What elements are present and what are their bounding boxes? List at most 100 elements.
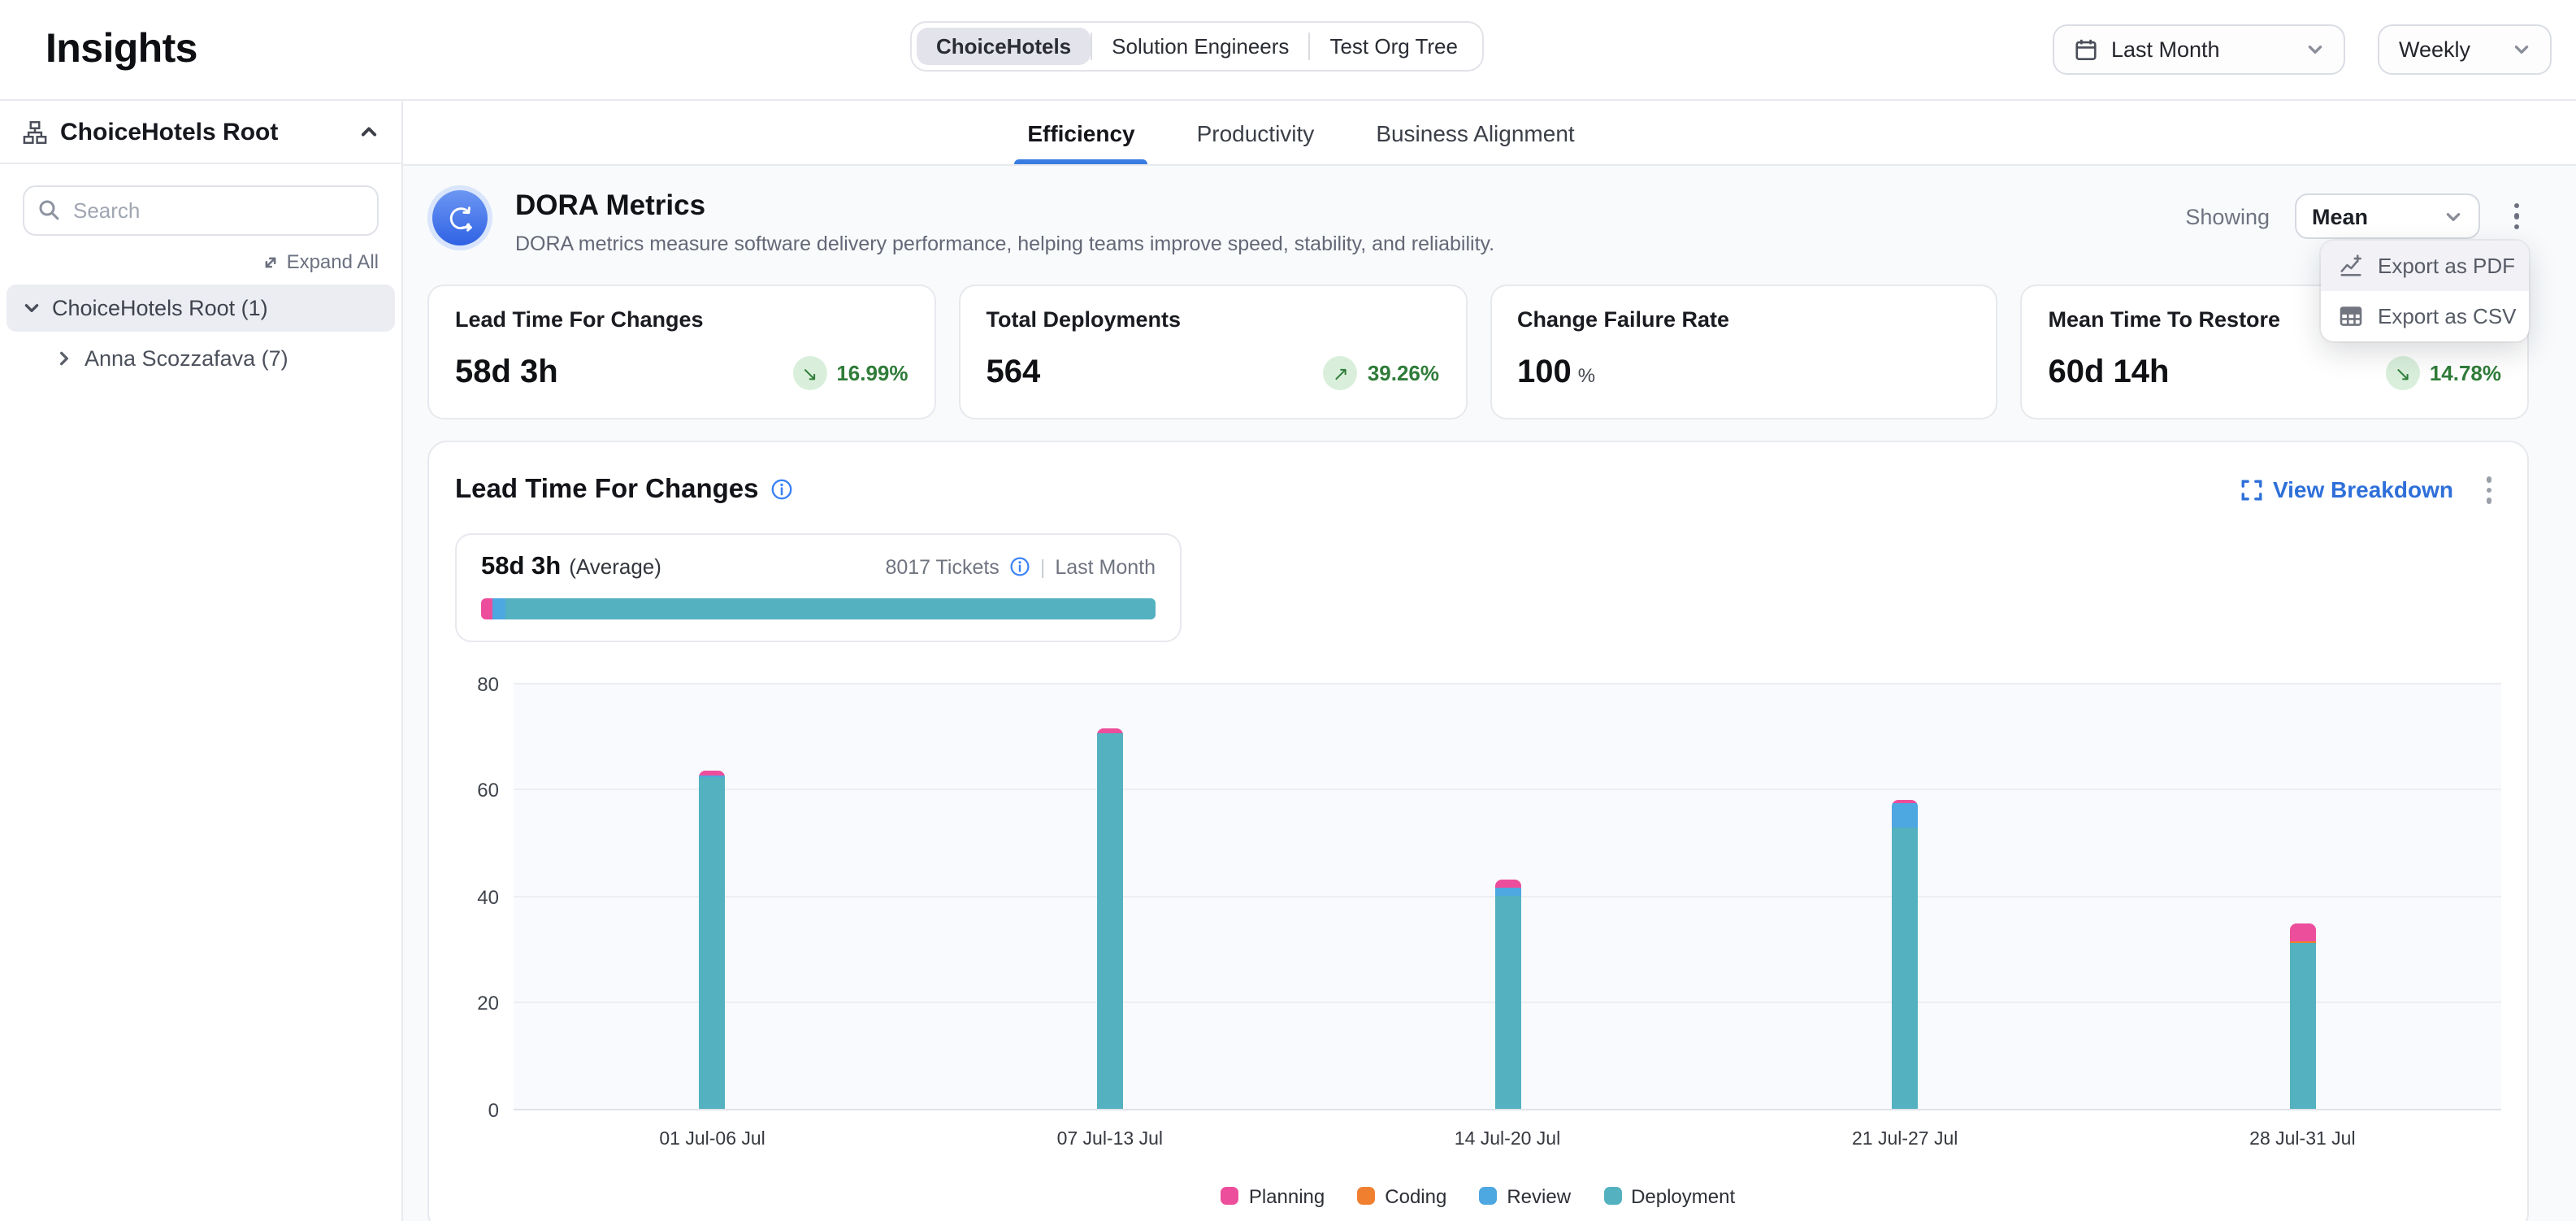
expand-all-button[interactable]: Expand All: [23, 250, 379, 273]
dora-title: DORA Metrics: [515, 189, 1494, 223]
y-tick-label: 20: [477, 992, 499, 1015]
y-tick-label: 40: [477, 885, 499, 908]
x-tick-label: 21 Jul-27 Jul: [1852, 1129, 1958, 1149]
section-tabs: Efficiency Productivity Business Alignme…: [403, 101, 2576, 166]
export-as-pdf-item[interactable]: Export as PDF: [2321, 241, 2529, 291]
y-tick-label: 0: [488, 1098, 499, 1121]
search-input[interactable]: [23, 185, 379, 236]
stacked-bar-14-jul-20-jul[interactable]: [1494, 880, 1520, 1110]
period-label: Last Month: [1055, 555, 1156, 578]
org-tab-test-org-tree[interactable]: Test Org Tree: [1310, 28, 1477, 65]
tab-business-alignment[interactable]: Business Alignment: [1373, 101, 1577, 164]
legend-item-review[interactable]: Review: [1479, 1184, 1571, 1207]
chart-card-title: Lead Time For Changes: [455, 475, 759, 506]
bar-segment-deployment: [1892, 827, 1918, 1110]
lead-time-chart-card: Lead Time For Changes View Breakdown: [427, 441, 2529, 1221]
tree-node-anna-scozzafava[interactable]: Anna Scozzafava (7): [7, 335, 395, 382]
text-divider: |: [1040, 555, 1046, 578]
top-bar: Insights ChoiceHotels Solution Engineers…: [0, 0, 2576, 101]
chart-plot: 806040200: [514, 684, 2501, 1110]
legend-swatch: [1221, 1187, 1239, 1205]
legend-swatch: [1479, 1187, 1497, 1205]
progress-segment-review: [493, 597, 505, 619]
stacked-bar-21-jul-27-jul[interactable]: [1892, 800, 1918, 1110]
org-switcher: ChoiceHotels Solution Engineers Test Org…: [910, 21, 1484, 72]
aggregation-select[interactable]: Mean: [2294, 193, 2479, 239]
expand-all-label: Expand All: [287, 250, 379, 273]
metric-card-change-failure-rate[interactable]: Change Failure Rate 100%: [1490, 285, 1998, 419]
progress-segment-deployment: [505, 597, 1156, 619]
legend-swatch: [1603, 1187, 1621, 1205]
metric-value: 58d 3h: [455, 354, 558, 392]
expand-diagonal-icon: [262, 253, 280, 271]
export-menu: Export as PDF Export as CSV: [2321, 241, 2529, 341]
info-icon[interactable]: [1009, 556, 1030, 577]
table-icon: [2339, 304, 2363, 328]
dora-metrics-header: DORA Metrics DORA metrics measure softwa…: [427, 185, 2529, 255]
chevron-down-icon: [2444, 207, 2461, 225]
calendar-icon: [2074, 37, 2098, 62]
view-breakdown-button[interactable]: View Breakdown: [2242, 477, 2453, 503]
bar-segment-deployment: [1494, 896, 1520, 1110]
trend-badge: ↘ 14.78%: [2386, 356, 2501, 390]
legend-label: Deployment: [1631, 1184, 1735, 1207]
sidebar-header: ChoiceHotels Root: [0, 101, 401, 164]
metric-card-lead-time[interactable]: Lead Time For Changes 58d 3h ↘ 16.99%: [427, 285, 936, 419]
metric-card-total-deployments[interactable]: Total Deployments 564 ↗ 39.26%: [959, 285, 1468, 419]
bar-segment-planning: [1494, 880, 1520, 888]
stacked-bar-01-jul-06-jul[interactable]: [700, 770, 726, 1110]
metric-title: Total Deployments: [987, 307, 1440, 332]
chart-export-icon: [2339, 254, 2363, 278]
trend-badge: ↘ 16.99%: [792, 356, 908, 390]
legend-item-deployment[interactable]: Deployment: [1603, 1184, 1735, 1207]
chart-x-axis: 01 Jul-06 Jul07 Jul-13 Jul14 Jul-20 Jul2…: [514, 1129, 2501, 1162]
export-as-csv-item[interactable]: Export as CSV: [2321, 291, 2529, 341]
legend-label: Coding: [1385, 1184, 1446, 1207]
tab-productivity[interactable]: Productivity: [1194, 101, 1318, 164]
stacked-bar-28-jul-31-jul[interactable]: [2289, 923, 2315, 1110]
x-tick-label: 14 Jul-20 Jul: [1455, 1129, 1560, 1149]
metric-unit: %: [1578, 364, 1595, 387]
chevron-down-icon: [2513, 41, 2530, 59]
bar-segment-deployment: [1097, 734, 1123, 1110]
legend-item-coding[interactable]: Coding: [1357, 1184, 1446, 1207]
average-summary-box: 58d 3h (Average) 8017 Tickets | Last Mon…: [455, 532, 1182, 641]
trend-up-icon: ↗: [1324, 356, 1358, 390]
average-suffix: (Average): [569, 554, 661, 579]
trend-delta: 14.78%: [2430, 361, 2501, 385]
average-value: 58d 3h: [481, 552, 561, 581]
org-tree-icon: [23, 119, 47, 144]
collapse-sidebar-button[interactable]: [359, 122, 379, 141]
date-range-value: Last Month: [2111, 37, 2293, 62]
org-tab-solution-engineers[interactable]: Solution Engineers: [1092, 28, 1308, 65]
trend-badge: ↗ 39.26%: [1324, 356, 1439, 390]
dora-cycle-icon: [427, 185, 492, 250]
bar-segment-deployment: [2289, 944, 2315, 1110]
metric-value: 100: [1517, 354, 1572, 390]
info-icon[interactable]: [770, 479, 793, 502]
chevron-right-icon[interactable]: [55, 350, 73, 367]
export-as-pdf-label: Export as PDF: [2378, 254, 2515, 278]
chart-more-options-button[interactable]: [2476, 470, 2501, 510]
dora-more-options-button[interactable]: [2504, 197, 2529, 237]
bar-segment-planning: [700, 770, 726, 776]
org-tree-sidebar: ChoiceHotels Root Expand All: [0, 101, 403, 1221]
view-breakdown-label: View Breakdown: [2273, 477, 2453, 503]
y-tick-label: 80: [477, 672, 499, 695]
expand-corners-icon: [2242, 480, 2263, 501]
date-range-select[interactable]: Last Month: [2053, 24, 2345, 75]
export-as-csv-label: Export as CSV: [2378, 304, 2517, 328]
sidebar-root-label: ChoiceHotels Root: [60, 118, 346, 146]
y-tick-label: 60: [477, 779, 499, 802]
org-tab-choicehotels[interactable]: ChoiceHotels: [917, 28, 1091, 65]
granularity-value: Weekly: [2399, 37, 2500, 62]
stacked-bar-07-jul-13-jul[interactable]: [1097, 729, 1123, 1110]
tab-efficiency[interactable]: Efficiency: [1024, 101, 1138, 164]
granularity-select[interactable]: Weekly: [2378, 24, 2552, 75]
legend-item-planning[interactable]: Planning: [1221, 1184, 1325, 1207]
x-tick-label: 01 Jul-06 Jul: [659, 1129, 765, 1149]
gridline-y-80: [514, 682, 2501, 684]
chart-legend: Planning Coding Review Deployment: [455, 1184, 2501, 1207]
tree-node-choicehotels-root[interactable]: ChoiceHotels Root (1): [7, 285, 395, 332]
chevron-down-icon[interactable]: [23, 299, 41, 317]
